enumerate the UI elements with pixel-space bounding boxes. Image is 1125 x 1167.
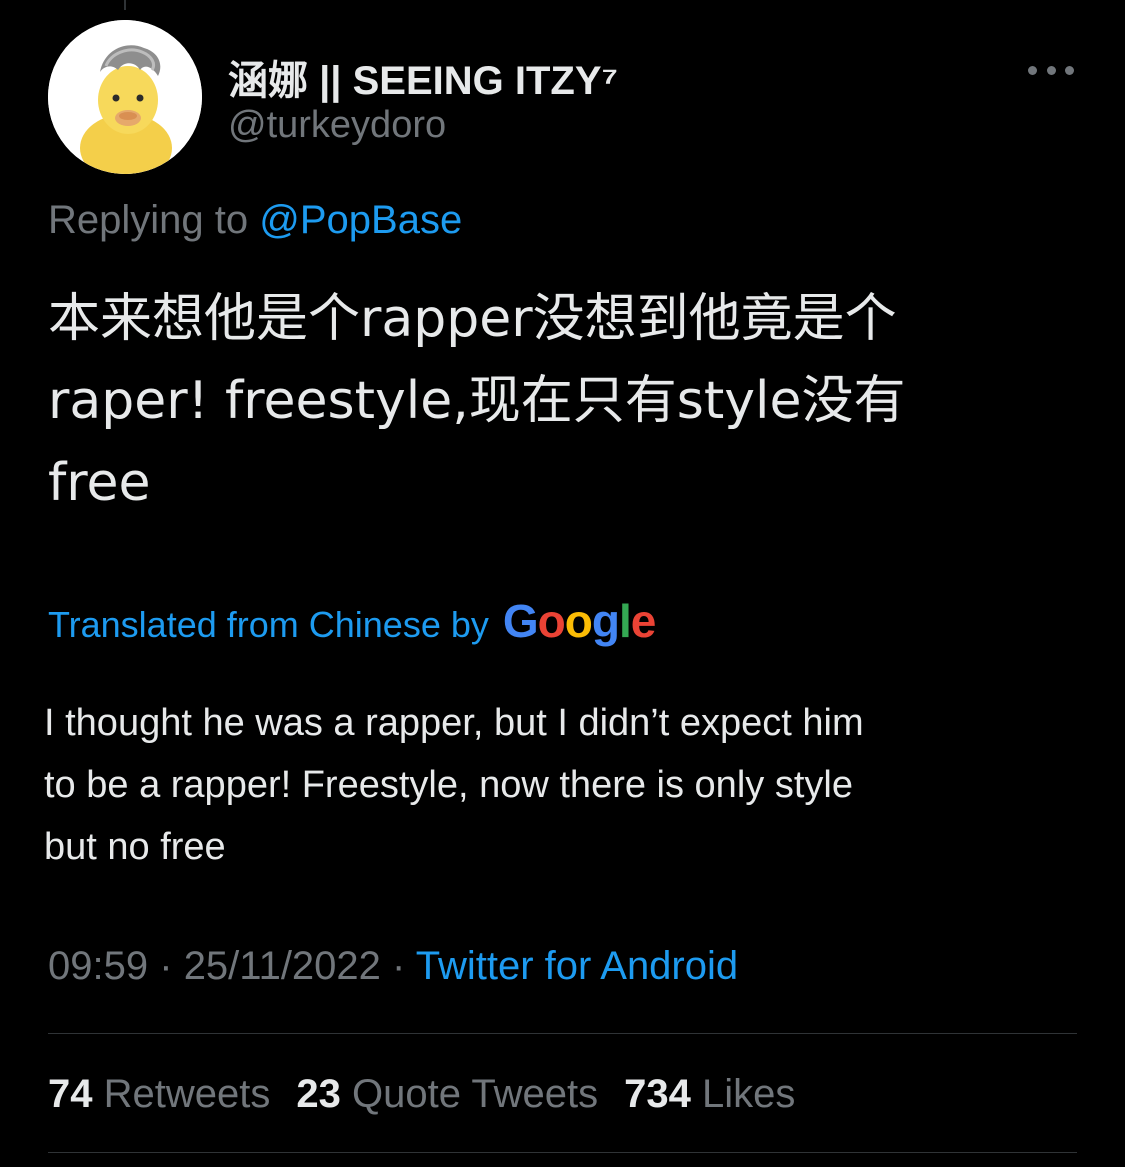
avatar[interactable] <box>48 20 202 174</box>
dot <box>1046 65 1056 75</box>
dot <box>1065 65 1074 75</box>
quote-tweets-stat[interactable]: 23 Quote Tweets <box>296 1072 598 1117</box>
tweet-meta: 09:59 · 25/11/2022 · Twitter for Android <box>48 944 738 989</box>
tweet-stats: 74 Retweets 23 Quote Tweets 734 Likes <box>48 1072 821 1117</box>
google-logo: Google <box>502 594 657 648</box>
tweet-line: free <box>48 453 151 513</box>
google-logo-letter: g <box>591 595 620 647</box>
likes-count: 734 <box>624 1072 691 1116</box>
likes-label: Likes <box>701 1072 796 1116</box>
google-logo-letter: e <box>630 595 657 647</box>
tweet-line: 本来想他是个rapper没想到他竟是个 <box>48 289 897 349</box>
replying-to: Replying to @PopBase <box>48 198 462 243</box>
quote-tweets-count: 23 <box>296 1072 341 1116</box>
retweets-count: 74 <box>48 1072 93 1116</box>
reply-mention-link[interactable]: @PopBase <box>259 198 462 242</box>
user-handle[interactable]: @turkeydoro <box>228 104 446 147</box>
tweet-source-link[interactable]: Twitter for Android <box>416 944 738 988</box>
google-logo-letter: G <box>502 595 539 647</box>
translation-attribution[interactable]: Translated from Chinese by Google <box>48 594 657 648</box>
divider <box>48 1033 1077 1034</box>
likes-stat[interactable]: 734 Likes <box>624 1072 795 1117</box>
dot <box>1028 65 1037 75</box>
replying-prefix: Replying to <box>48 198 249 242</box>
retweets-label: Retweets <box>103 1072 271 1116</box>
display-name[interactable]: 涵娜 || SEEING ITZY⁷ <box>228 48 618 106</box>
tweet-text: 本来想他是个rapper没想到他竟是个 raper! freestyle,现在只… <box>48 278 1078 524</box>
tweet-time[interactable]: 09:59 <box>48 944 148 988</box>
tweet-line: raper! freestyle,现在只有style没有 <box>48 371 906 431</box>
google-logo-letter: o <box>564 595 593 647</box>
google-logo-letter: o <box>537 595 566 647</box>
divider <box>48 1152 1077 1153</box>
duckling-avatar-icon <box>48 20 202 174</box>
more-options-icon[interactable] <box>1028 58 1074 82</box>
meta-separator: · <box>159 944 173 988</box>
retweets-stat[interactable]: 74 Retweets <box>48 1072 270 1117</box>
translation-line: I thought he was a rapper, but I didn’t … <box>44 702 864 744</box>
translated-label[interactable]: Translated from Chinese by <box>48 604 489 646</box>
meta-separator: · <box>392 944 406 988</box>
translation-line: to be a rapper! Freestyle, now there is … <box>44 764 853 806</box>
quote-tweets-label: Quote Tweets <box>352 1072 599 1116</box>
tweet-date[interactable]: 25/11/2022 <box>184 944 381 988</box>
google-logo-letter: l <box>618 595 632 647</box>
translation-line: but no free <box>44 826 226 868</box>
thread-connector-line <box>124 0 126 10</box>
translated-text: I thought he was a rapper, but I didn’t … <box>44 692 1084 878</box>
